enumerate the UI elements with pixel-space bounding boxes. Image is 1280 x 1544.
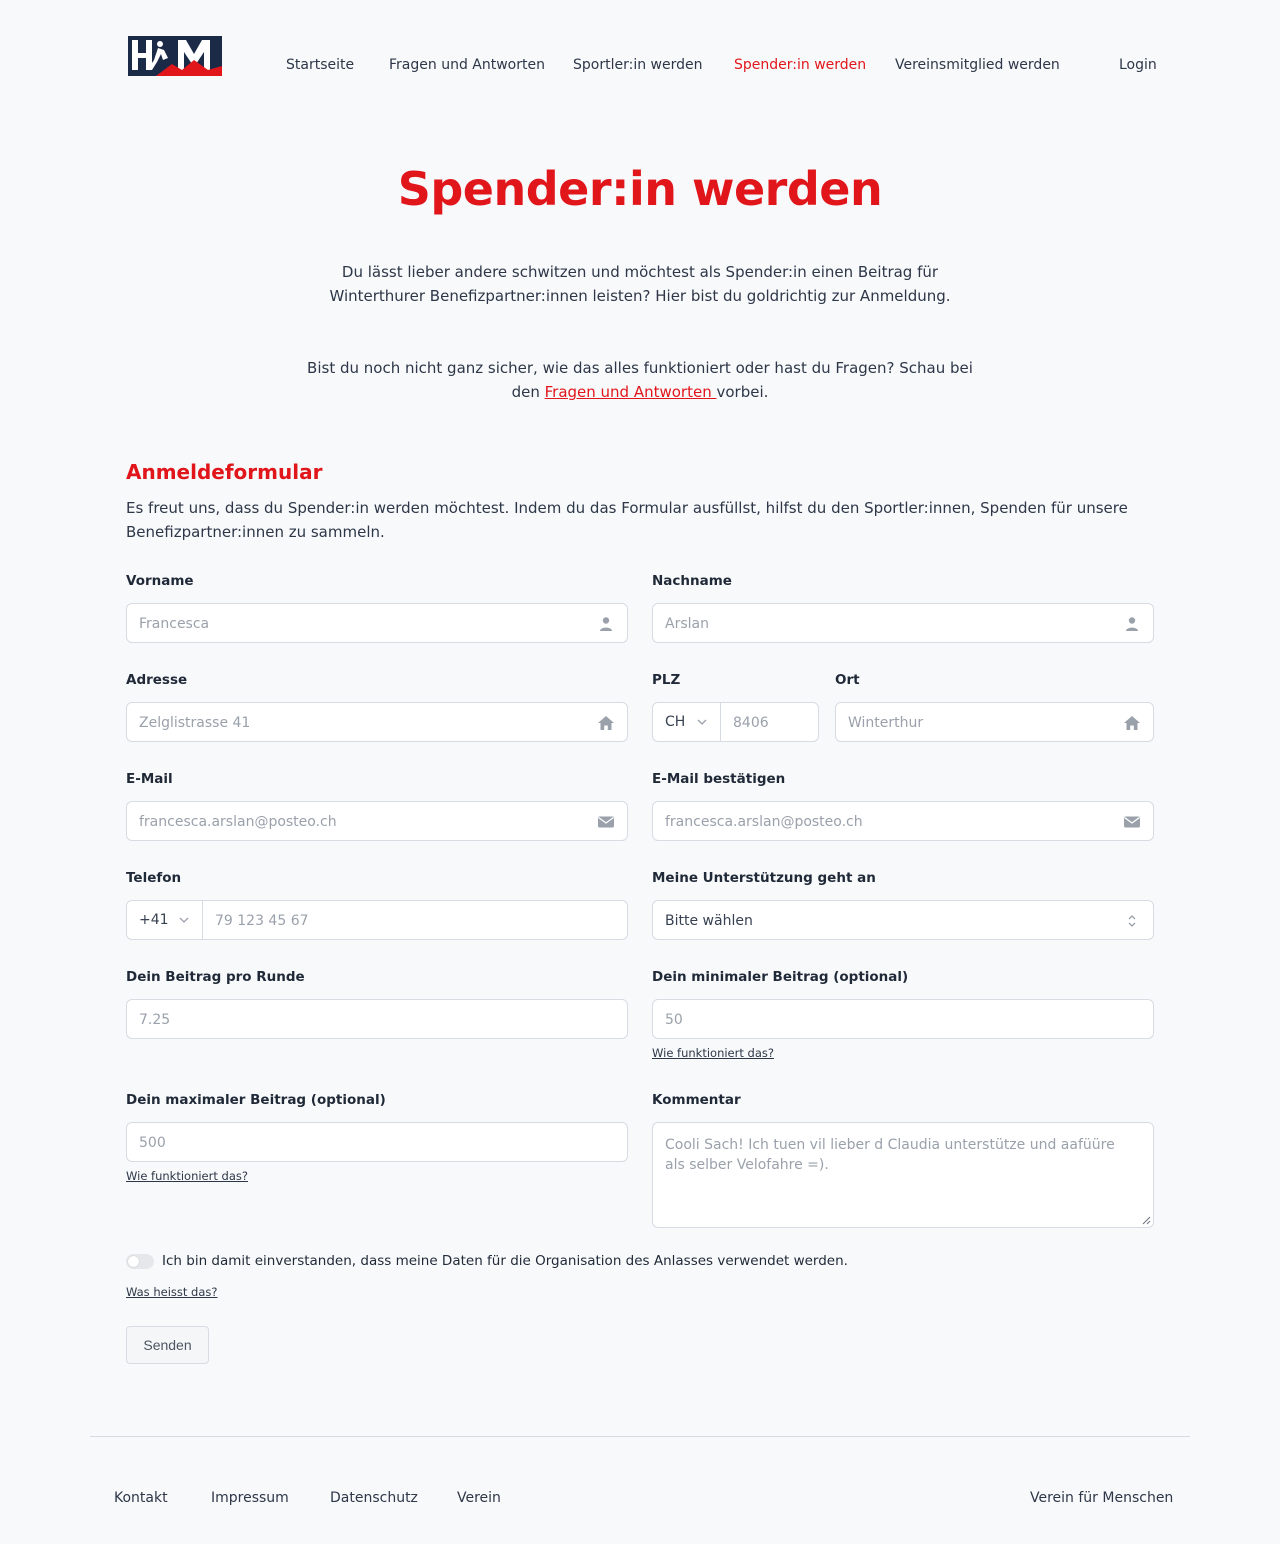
min-beitrag-help-link[interactable]: Wie funktioniert das? — [652, 1046, 774, 1060]
email-confirm-label: E-Mail bestätigen — [652, 771, 786, 787]
site-logo[interactable] — [128, 36, 222, 76]
envelope-icon — [598, 816, 614, 828]
consent-help-link[interactable]: Was heisst das? — [126, 1285, 217, 1299]
nav-spender-werden[interactable]: Spender:in werden — [734, 56, 866, 74]
plz-placeholder: 8406 — [733, 715, 769, 731]
envelope-icon — [1124, 816, 1140, 828]
email-label: E-Mail — [126, 771, 173, 787]
kommentar-label: Kommentar — [652, 1092, 741, 1108]
resize-handle-icon[interactable] — [1142, 1216, 1151, 1225]
ort-label: Ort — [835, 672, 860, 688]
telefon-label: Telefon — [126, 870, 182, 886]
consent-label: Ich bin damit einverstanden, dass meine … — [162, 1253, 848, 1269]
consent-toggle-knob — [128, 1256, 139, 1267]
vorname-input[interactable]: Francesca — [126, 603, 628, 643]
chevron-down-icon — [697, 719, 707, 725]
telefon-prefix-value: +41 — [139, 912, 169, 928]
kommentar-textarea[interactable]: Cooli Sach! Ich tuen vil lieber d Claudi… — [652, 1122, 1154, 1228]
plz-label: PLZ — [652, 672, 681, 688]
consent-toggle[interactable] — [126, 1254, 154, 1269]
chevron-up-down-icon — [1128, 915, 1136, 927]
min-beitrag-placeholder: 50 — [665, 1012, 683, 1028]
login-link[interactable]: Login — [1119, 56, 1157, 74]
max-beitrag-input[interactable]: 500 — [126, 1122, 628, 1162]
nachname-label: Nachname — [652, 573, 732, 589]
form-title: Anmeldeformular — [126, 460, 323, 484]
beitrag-input[interactable]: 7.25 — [126, 999, 628, 1039]
nav-fragen-und-antworten[interactable]: Fragen und Antworten — [389, 56, 545, 74]
telefon-placeholder: 79 123 45 67 — [215, 913, 309, 929]
min-beitrag-input[interactable]: 50 — [652, 999, 1154, 1039]
user-icon — [1126, 617, 1138, 631]
hero-faq: Bist du noch nicht ganz sicher, wie das … — [240, 356, 1040, 404]
hero-faq-line-2: den Fragen und Antworten vorbei. — [240, 380, 1040, 404]
email-confirm-placeholder: francesca.arslan@posteo.ch — [665, 814, 863, 830]
support-label: Meine Unterstützung geht an — [652, 870, 876, 886]
max-beitrag-placeholder: 500 — [139, 1135, 166, 1151]
form-intro: Es freut uns, dass du Spender:in werden … — [126, 499, 1128, 541]
beitrag-placeholder: 7.25 — [139, 1012, 171, 1028]
telefon-input[interactable]: +41 79 123 45 67 — [126, 900, 628, 940]
footer-link-kontakt[interactable]: Kontakt — [114, 1489, 168, 1507]
nachname-placeholder: Arslan — [665, 616, 709, 632]
hero-intro-line-2: Winterthurer Benefizpartner:innen leiste… — [329, 287, 951, 305]
telefon-prefix-select[interactable]: +41 — [127, 901, 203, 939]
footer-divider — [90, 1436, 1190, 1437]
nav-vereinsmitglied-werden[interactable]: Vereinsmitglied werden — [895, 56, 1060, 74]
vorname-placeholder: Francesca — [139, 616, 210, 632]
footer-link-impressum[interactable]: Impressum — [211, 1489, 289, 1507]
plz-country-value: CH — [665, 714, 686, 730]
footer-link-datenschutz[interactable]: Datenschutz — [330, 1489, 418, 1507]
email-confirm-field[interactable]: francesca.arslan@posteo.ch — [652, 801, 1154, 841]
min-beitrag-label: Dein minimaler Beitrag (optional) — [652, 969, 909, 985]
kommentar-placeholder: Cooli Sach! Ich tuen vil lieber d Claudi… — [665, 1137, 1115, 1173]
adresse-placeholder: Zelglistrasse 41 — [139, 715, 251, 731]
email-field[interactable]: francesca.arslan@posteo.ch — [126, 801, 628, 841]
hero-faq-line-1: Bist du noch nicht ganz sicher, wie das … — [307, 359, 973, 377]
plz-input[interactable]: CH 8406 — [652, 702, 819, 742]
faq-inline-link[interactable]: Fragen und Antworten — [545, 383, 717, 401]
page-title: Spender:in werden — [397, 162, 883, 216]
max-beitrag-help-link[interactable]: Wie funktioniert das? — [126, 1169, 248, 1183]
ort-input[interactable]: Winterthur — [835, 702, 1154, 742]
site-header: Startseite Fragen und Antworten Sportler… — [126, 36, 1157, 76]
submit-button[interactable]: Senden — [126, 1326, 209, 1364]
hero-faq-pre: den — [511, 383, 545, 401]
hero-faq-post: vorbei. — [716, 383, 769, 401]
support-select[interactable]: Bitte wählen — [652, 900, 1154, 940]
adresse-label: Adresse — [126, 672, 188, 688]
chevron-down-icon — [179, 917, 189, 923]
hero-intro-line-1: Du lässt lieber andere schwitzen und möc… — [341, 263, 939, 281]
adresse-input[interactable]: Zelglistrasse 41 — [126, 702, 628, 742]
nav-startseite[interactable]: Startseite — [286, 56, 354, 74]
max-beitrag-label: Dein maximaler Beitrag (optional) — [126, 1092, 386, 1108]
user-icon — [600, 617, 612, 631]
footer-link-verein[interactable]: Verein — [457, 1489, 501, 1507]
footer-link-verein-fuer-menschen[interactable]: Verein für Menschen — [1030, 1489, 1173, 1507]
home-icon — [1124, 716, 1140, 730]
logo-icon — [128, 36, 222, 76]
beitrag-label: Dein Beitrag pro Runde — [126, 969, 305, 985]
support-select-value: Bitte wählen — [665, 913, 753, 929]
vorname-label: Vorname — [126, 573, 194, 589]
email-placeholder: francesca.arslan@posteo.ch — [139, 814, 337, 830]
hero-intro: Du lässt lieber andere schwitzen und möc… — [240, 260, 1040, 308]
ort-placeholder: Winterthur — [848, 715, 924, 731]
nav-sportler-werden[interactable]: Sportler:in werden — [573, 56, 702, 74]
plz-country-select[interactable]: CH — [653, 703, 721, 741]
home-icon — [598, 716, 614, 730]
nachname-input[interactable]: Arslan — [652, 603, 1154, 643]
